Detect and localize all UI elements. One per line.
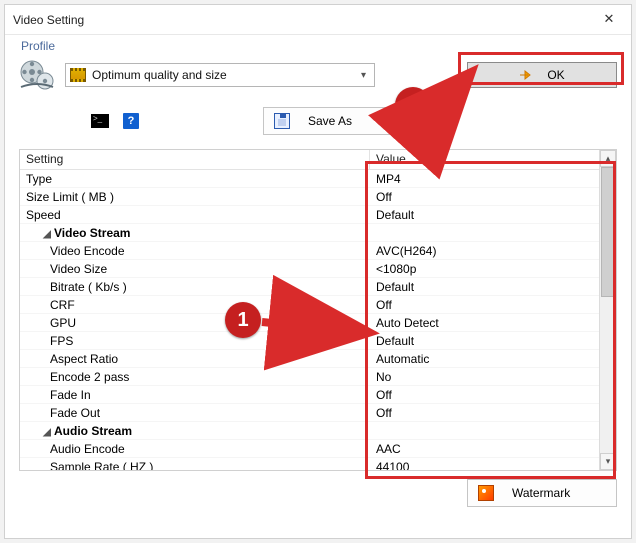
chevron-down-icon: ▾ <box>361 70 370 81</box>
value-cell[interactable]: Automatic <box>370 350 599 367</box>
collapse-triangle-icon[interactable]: ◢ <box>42 226 52 241</box>
collapse-triangle-icon[interactable]: ◢ <box>42 424 52 439</box>
scroll-up-icon[interactable]: ▴ <box>600 150 616 167</box>
setting-cell: FPS <box>20 332 370 349</box>
ok-button-label: OK <box>547 68 564 82</box>
value-cell[interactable]: Off <box>370 404 599 421</box>
setting-cell: Fade In <box>20 386 370 403</box>
setting-cell: CRF <box>20 296 370 313</box>
profile-selected-text: Optimum quality and size <box>92 68 355 82</box>
setting-cell: Speed <box>20 206 370 223</box>
value-cell[interactable]: Off <box>370 188 599 205</box>
col-setting-header[interactable]: Setting <box>20 150 370 169</box>
video-setting-dialog: Video Setting ✕ Profile <box>4 4 632 539</box>
film-reel-icon <box>19 57 55 93</box>
table-row[interactable]: SpeedDefault <box>20 206 599 224</box>
console-icon[interactable] <box>91 114 109 128</box>
scroll-thumb[interactable] <box>601 167 615 297</box>
value-cell[interactable]: <1080p <box>370 260 599 277</box>
value-cell[interactable] <box>370 224 599 241</box>
table-header: Setting Value <box>20 150 599 170</box>
profile-dropdown[interactable]: Optimum quality and size ▾ <box>65 63 375 87</box>
table-row[interactable]: Audio EncodeAAC <box>20 440 599 458</box>
watermark-button[interactable]: Watermark <box>467 479 617 507</box>
table-row[interactable]: CRFOff <box>20 296 599 314</box>
save-as-button[interactable]: Save As <box>263 107 413 135</box>
filmstrip-icon <box>70 68 86 82</box>
profile-label: Profile <box>19 39 617 55</box>
setting-cell: Type <box>20 170 370 187</box>
vertical-scrollbar[interactable]: ▴ ▾ <box>599 150 616 470</box>
value-cell[interactable]: 44100 <box>370 458 599 470</box>
save-as-label: Save As <box>308 114 352 128</box>
setting-cell: Encode 2 pass <box>20 368 370 385</box>
settings-table: Setting Value TypeMP4Size Limit ( MB )Of… <box>19 149 617 471</box>
table-row[interactable]: FPSDefault <box>20 332 599 350</box>
titlebar: Video Setting ✕ <box>5 5 631 35</box>
arrow-right-icon <box>519 68 533 82</box>
setting-cell: GPU <box>20 314 370 331</box>
value-cell[interactable]: AAC <box>370 440 599 457</box>
table-row[interactable]: Encode 2 passNo <box>20 368 599 386</box>
table-row[interactable]: Video Size<1080p <box>20 260 599 278</box>
table-row[interactable]: Fade InOff <box>20 386 599 404</box>
value-cell[interactable]: MP4 <box>370 170 599 187</box>
window-title: Video Setting <box>13 13 84 27</box>
table-row[interactable]: GPUAuto Detect <box>20 314 599 332</box>
setting-cell: ◢Audio Stream <box>20 422 370 439</box>
floppy-disk-icon <box>274 113 290 129</box>
value-cell[interactable] <box>370 422 599 439</box>
setting-cell: Video Size <box>20 260 370 277</box>
value-cell[interactable]: Default <box>370 206 599 223</box>
table-row[interactable]: TypeMP4 <box>20 170 599 188</box>
scroll-down-icon[interactable]: ▾ <box>600 453 616 470</box>
value-cell[interactable]: AVC(H264) <box>370 242 599 259</box>
scroll-track[interactable] <box>600 167 616 453</box>
table-row[interactable]: Bitrate ( Kb/s )Default <box>20 278 599 296</box>
table-row[interactable]: ◢Video Stream <box>20 224 599 242</box>
value-cell[interactable]: Default <box>370 332 599 349</box>
setting-cell: Audio Encode <box>20 440 370 457</box>
setting-cell: ◢Video Stream <box>20 224 370 241</box>
table-row[interactable]: Video EncodeAVC(H264) <box>20 242 599 260</box>
setting-cell: Size Limit ( MB ) <box>20 188 370 205</box>
value-cell[interactable]: Off <box>370 386 599 403</box>
setting-cell: Fade Out <box>20 404 370 421</box>
table-row[interactable]: ◢Audio Stream <box>20 422 599 440</box>
close-button[interactable]: ✕ <box>595 10 623 30</box>
value-cell[interactable]: No <box>370 368 599 385</box>
setting-cell: Aspect Ratio <box>20 350 370 367</box>
value-cell[interactable]: Auto Detect <box>370 314 599 331</box>
help-icon[interactable]: ? <box>123 113 139 129</box>
watermark-label: Watermark <box>512 486 570 500</box>
col-value-header[interactable]: Value <box>370 150 599 169</box>
setting-cell: Video Encode <box>20 242 370 259</box>
setting-cell: Bitrate ( Kb/s ) <box>20 278 370 295</box>
table-row[interactable]: Sample Rate ( HZ )44100 <box>20 458 599 470</box>
setting-cell: Sample Rate ( HZ ) <box>20 458 370 470</box>
table-row[interactable]: Fade OutOff <box>20 404 599 422</box>
value-cell[interactable]: Off <box>370 296 599 313</box>
table-row[interactable]: Size Limit ( MB )Off <box>20 188 599 206</box>
value-cell[interactable]: Default <box>370 278 599 295</box>
table-row[interactable]: Aspect RatioAutomatic <box>20 350 599 368</box>
watermark-icon <box>478 485 494 501</box>
ok-button[interactable]: OK <box>467 62 617 88</box>
